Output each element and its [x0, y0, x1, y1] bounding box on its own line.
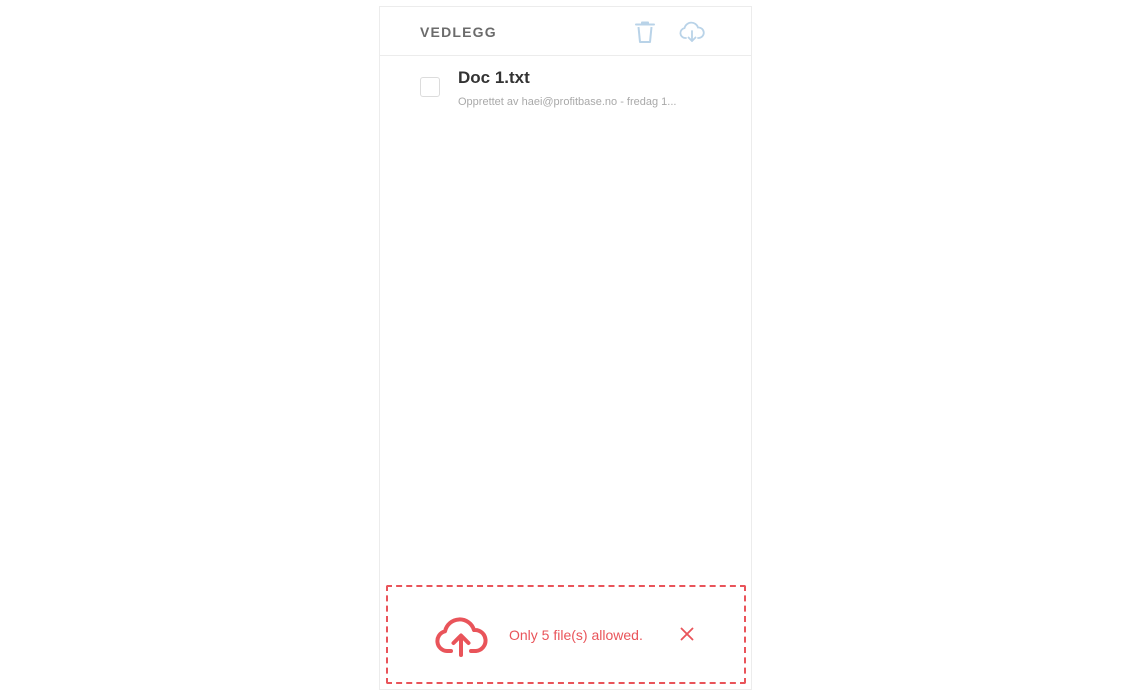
panel-title: VEDLEGG	[420, 24, 497, 40]
delete-button[interactable]	[632, 19, 658, 45]
panel-header: VEDLEGG	[380, 7, 751, 56]
attachments-panel: VEDLEGG Doc 1.txt Opprettet av haei@prof…	[379, 6, 752, 690]
file-meta: Opprettet av haei@profitbase.no - fredag…	[458, 96, 677, 108]
file-list: Doc 1.txt Opprettet av haei@profitbase.n…	[380, 57, 751, 119]
cloud-upload-icon	[435, 617, 488, 657]
dismiss-error-button[interactable]	[678, 625, 696, 643]
close-icon	[680, 627, 694, 641]
file-checkbox[interactable]	[420, 77, 440, 97]
file-row[interactable]: Doc 1.txt Opprettet av haei@profitbase.n…	[380, 57, 751, 119]
upload-dropzone[interactable]: Only 5 file(s) allowed.	[386, 585, 746, 684]
upload-error-message: Only 5 file(s) allowed.	[509, 627, 643, 643]
cloud-download-icon	[679, 21, 705, 42]
file-name: Doc 1.txt	[458, 68, 530, 87]
trash-icon	[635, 21, 655, 43]
download-button[interactable]	[679, 19, 705, 45]
